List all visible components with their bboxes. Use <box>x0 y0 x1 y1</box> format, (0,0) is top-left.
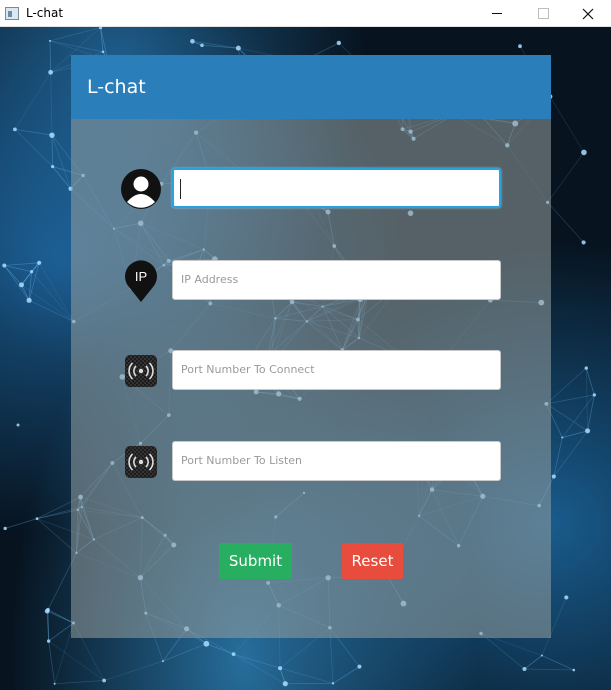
close-button[interactable] <box>565 0 611 27</box>
window-title: L-chat <box>26 6 64 20</box>
ip-pin-icon: IP <box>120 260 162 302</box>
svg-text:IP: IP <box>135 269 147 284</box>
ip-row: IP IP Address <box>71 260 551 302</box>
app-window-icon <box>5 7 19 20</box>
text-caret <box>180 179 181 199</box>
port-connect-input[interactable]: Port Number To Connect <box>172 350 501 390</box>
card-header: L-chat <box>71 55 551 119</box>
submit-button[interactable]: Submit <box>219 543 292 579</box>
connection-card: L-chat IP IP Address Port Number To Conn… <box>71 55 551 638</box>
user-avatar-icon <box>120 168 162 210</box>
username-row <box>71 168 551 210</box>
port-listen-row: Port Number To Listen <box>71 441 551 483</box>
close-icon <box>582 8 594 19</box>
minimize-button[interactable] <box>474 0 520 27</box>
port-listen-input[interactable]: Port Number To Listen <box>172 441 501 481</box>
ip-address-input[interactable]: IP Address <box>172 260 501 300</box>
reset-button[interactable]: Reset <box>342 543 403 579</box>
port-connect-row: Port Number To Connect <box>71 350 551 392</box>
signal-broadcast-icon <box>120 350 162 392</box>
maximize-button[interactable] <box>520 0 566 27</box>
username-input[interactable] <box>172 168 501 208</box>
signal-broadcast-icon <box>120 441 162 483</box>
card-title: L-chat <box>87 76 146 98</box>
window-titlebar: L-chat <box>0 0 611 27</box>
